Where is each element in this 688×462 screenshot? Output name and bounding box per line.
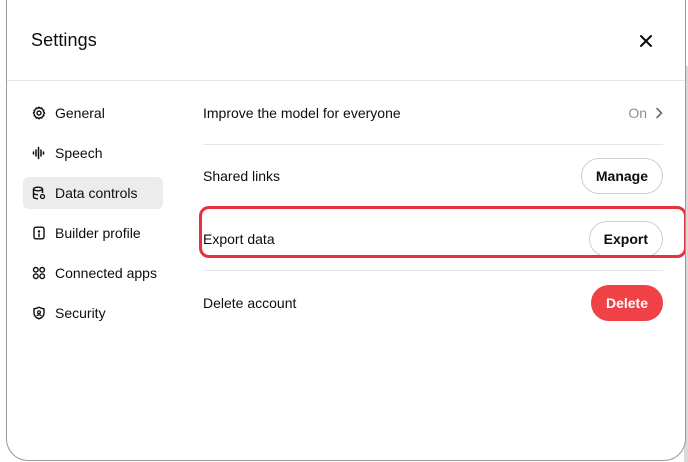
improve-model-label: Improve the model for everyone bbox=[203, 105, 401, 121]
data-controls-panel: Improve the model for everyone On Shared… bbox=[203, 82, 663, 334]
improve-model-row: Improve the model for everyone On bbox=[203, 82, 663, 145]
settings-sidebar: General Speech Data controls Builder pro… bbox=[23, 97, 163, 337]
settings-dialog: Settings General Speech Data controls Bu… bbox=[6, 0, 686, 461]
export-button[interactable]: Export bbox=[588, 221, 663, 257]
shared-links-row: Shared links Manage bbox=[203, 145, 663, 208]
improve-model-toggle[interactable]: On bbox=[628, 105, 663, 121]
dialog-header: Settings bbox=[7, 0, 685, 81]
manage-button[interactable]: Manage bbox=[580, 158, 663, 194]
sidebar-item-speech[interactable]: Speech bbox=[23, 137, 163, 169]
gear-icon bbox=[31, 105, 47, 121]
sidebar-item-security[interactable]: Security bbox=[23, 297, 163, 329]
apps-grid-icon bbox=[31, 265, 47, 281]
sidebar-item-label: Data controls bbox=[55, 185, 138, 201]
sidebar-item-label: Connected apps bbox=[55, 265, 157, 281]
waveform-icon bbox=[31, 145, 47, 161]
close-button[interactable] bbox=[634, 29, 658, 53]
delete-account-label: Delete account bbox=[203, 294, 297, 311]
delete-account-row: Delete account Delete bbox=[203, 271, 663, 334]
close-icon bbox=[640, 35, 652, 47]
id-badge-icon bbox=[31, 225, 47, 241]
sidebar-item-label: Security bbox=[55, 305, 106, 321]
sidebar-item-label: General bbox=[55, 105, 105, 121]
database-icon bbox=[31, 185, 47, 201]
chevron-right-icon bbox=[655, 107, 663, 119]
shield-icon bbox=[31, 305, 47, 321]
dialog-title: Settings bbox=[31, 30, 97, 50]
sidebar-item-general[interactable]: General bbox=[23, 97, 163, 129]
delete-button[interactable]: Delete bbox=[590, 284, 663, 321]
sidebar-item-label: Speech bbox=[55, 145, 103, 161]
sidebar-item-connected-apps[interactable]: Connected apps bbox=[23, 257, 163, 289]
improve-model-value: On bbox=[628, 105, 647, 121]
sidebar-item-data-controls[interactable]: Data controls bbox=[23, 177, 163, 209]
sidebar-item-label: Builder profile bbox=[55, 225, 141, 241]
sidebar-item-builder-profile[interactable]: Builder profile bbox=[23, 217, 163, 249]
export-data-row: Export data Export bbox=[203, 208, 663, 271]
shared-links-label: Shared links bbox=[203, 168, 281, 184]
export-data-label: Export data bbox=[203, 231, 275, 247]
